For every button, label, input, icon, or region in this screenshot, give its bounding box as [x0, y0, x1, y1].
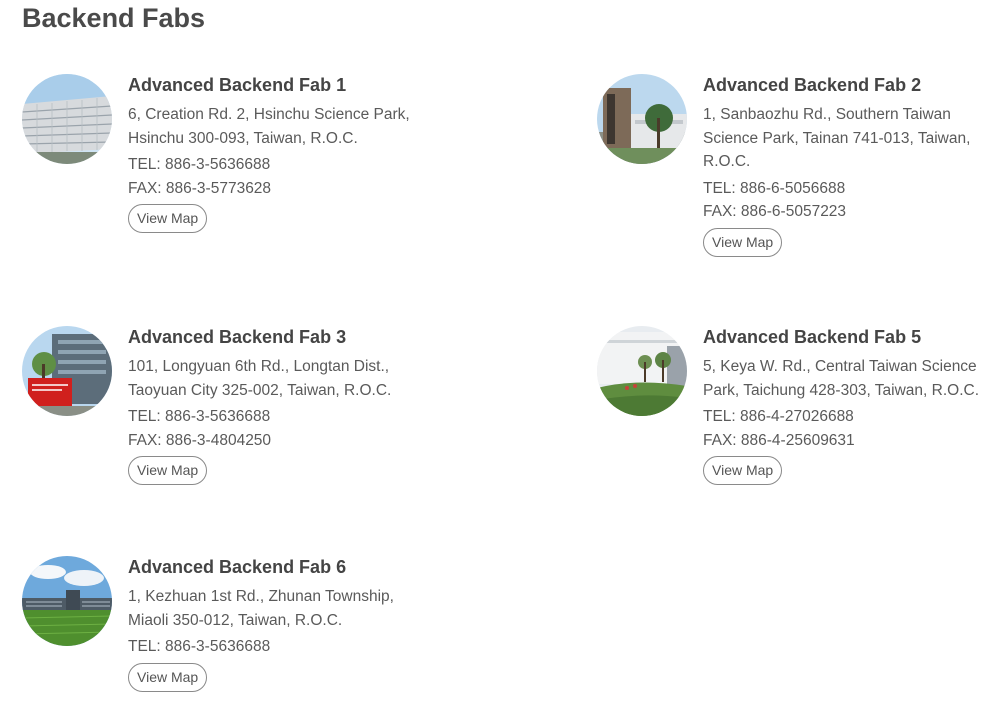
fab-fax: FAX: 886-3-5773628	[128, 179, 272, 197]
fab-tel: TEL: 886-3-5636688	[128, 156, 271, 173]
fab-info: Advanced Backend Fab 2 1, Sanbaozhu Rd.,…	[703, 74, 998, 257]
page-title: Backend Fabs	[22, 3, 206, 33]
fab-photo	[22, 326, 112, 416]
fab-info: Advanced Backend Fab 6 1, Kezhuan 1st Rd…	[128, 556, 428, 692]
fab-photo	[22, 74, 112, 164]
fab-name: Advanced Backend Fab 3	[128, 327, 347, 347]
view-map-button[interactable]: View Map	[703, 456, 783, 485]
fab-address: 1, Kezhuan 1st Rd., Zhunan Township, Mia…	[128, 588, 394, 629]
fab-photo	[597, 74, 687, 164]
view-map-button[interactable]: View Map	[128, 456, 208, 485]
fab-address: 6, Creation Rd. 2, Hsinchu Science Park,…	[128, 106, 410, 147]
fab-photo	[597, 326, 687, 416]
fab-name: Advanced Backend Fab 5	[703, 327, 922, 347]
view-map-button[interactable]: View Map	[128, 204, 208, 233]
fab-name: Advanced Backend Fab 6	[128, 557, 347, 577]
fab-address: 1, Sanbaozhu Rd., Southern Taiwan Scienc…	[703, 106, 971, 170]
fab-tel: TEL: 886-3-5636688	[128, 638, 271, 655]
fab-info: Advanced Backend Fab 5 5, Keya W. Rd., C…	[703, 326, 998, 485]
view-map-button[interactable]: View Map	[128, 662, 208, 692]
fab-tel: TEL: 886-4-27026688	[703, 408, 854, 425]
fab-info: Advanced Backend Fab 3 101, Longyuan 6th…	[128, 326, 428, 485]
fab-name: Advanced Backend Fab 2	[703, 75, 922, 95]
fab-fax: FAX: 886-3-4804250	[128, 431, 272, 449]
fab-info: Advanced Backend Fab 1 6, Creation Rd. 2…	[128, 74, 428, 233]
fab-tel: TEL: 886-3-5636688	[128, 408, 271, 425]
fab-tel: TEL: 886-6-5056688	[703, 179, 846, 197]
view-map-button[interactable]: View Map	[703, 227, 783, 257]
fab-photo	[22, 556, 112, 646]
fab-fax: FAX: 886-4-25609631	[703, 431, 855, 449]
fab-address: 5, Keya W. Rd., Central Taiwan Science P…	[703, 358, 979, 399]
fab-address: 101, Longyuan 6th Rd., Longtan Dist., Ta…	[128, 358, 392, 399]
fab-fax: FAX: 886-6-5057223	[703, 203, 847, 220]
fab-name: Advanced Backend Fab 1	[128, 75, 347, 95]
